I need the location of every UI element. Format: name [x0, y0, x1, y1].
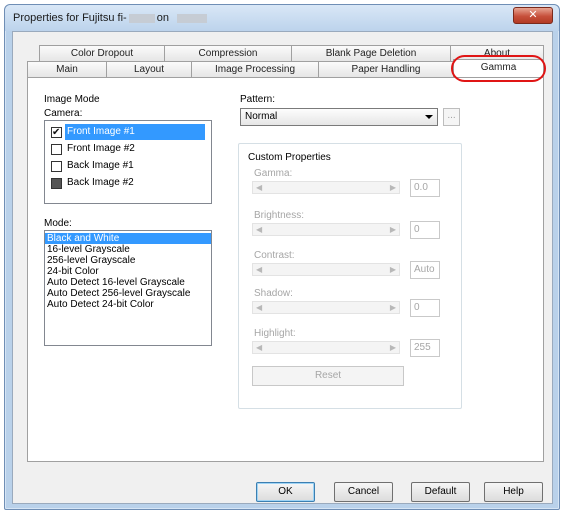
shadow-slider[interactable]: ◀ ▶: [252, 301, 400, 314]
default-button[interactable]: Default: [411, 482, 470, 502]
camera-item-label: Back Image #2: [67, 177, 134, 188]
camera-label: Camera:: [44, 108, 83, 119]
highlight-slider[interactable]: ◀ ▶: [252, 341, 400, 354]
arrow-left-icon[interactable]: ◀: [256, 225, 262, 234]
camera-item-back-2[interactable]: Back Image #2: [47, 175, 207, 191]
tab-compression[interactable]: Compression: [164, 45, 292, 62]
camera-item-label: Front Image #2: [67, 143, 135, 154]
ellipsis-icon: ...: [447, 110, 456, 121]
mode-list[interactable]: Black and White 16-level Grayscale 256-l…: [44, 230, 212, 346]
tab-paper-handling[interactable]: Paper Handling: [318, 61, 454, 78]
camera-item-label: Front Image #1: [65, 124, 205, 140]
pattern-select[interactable]: Normal: [240, 108, 438, 126]
checkbox-checked-icon[interactable]: [51, 125, 62, 141]
tab-color-dropout[interactable]: Color Dropout: [39, 45, 165, 62]
arrow-left-icon[interactable]: ◀: [256, 303, 262, 312]
camera-list[interactable]: Front Image #1 Front Image #2 Back Image…: [44, 120, 212, 204]
chevron-down-icon: [425, 115, 433, 119]
tab-layout[interactable]: Layout: [106, 61, 192, 78]
brightness-slider[interactable]: ◀ ▶: [252, 223, 400, 236]
pattern-options-button[interactable]: ...: [443, 108, 460, 126]
checkbox-indeterminate-icon[interactable]: [51, 178, 62, 189]
checkbox-icon[interactable]: [51, 161, 62, 172]
highlight-value-field[interactable]: 255: [410, 339, 440, 357]
mode-item-auto-16-grayscale[interactable]: Auto Detect 16-level Grayscale: [45, 277, 211, 288]
camera-item-label: Back Image #1: [67, 160, 134, 171]
image-mode-heading: Image Mode: [44, 94, 100, 105]
brightness-label: Brightness:: [254, 210, 305, 221]
shadow-label: Shadow:: [254, 288, 293, 299]
contrast-slider[interactable]: ◀ ▶: [252, 263, 400, 276]
camera-item-front-1[interactable]: Front Image #1: [47, 124, 207, 141]
pattern-value: Normal: [245, 111, 278, 122]
custom-properties-heading: Custom Properties: [248, 152, 331, 163]
dialog-body: Color Dropout Compression Blank Page Del…: [0, 0, 565, 514]
arrow-right-icon[interactable]: ▶: [390, 183, 396, 192]
tab-blank-page-deletion[interactable]: Blank Page Deletion: [291, 45, 451, 62]
arrow-right-icon[interactable]: ▶: [390, 343, 396, 352]
tab-label: Compression: [198, 48, 258, 59]
gamma-value-field[interactable]: 0.0: [410, 179, 440, 197]
reset-button[interactable]: Reset: [252, 366, 404, 386]
mode-item-black-and-white[interactable]: Black and White: [45, 233, 211, 244]
arrow-left-icon[interactable]: ◀: [256, 183, 262, 192]
tab-label: Image Processing: [214, 64, 296, 75]
highlight-label: Highlight:: [254, 328, 296, 339]
tab-label: Main: [56, 64, 78, 75]
tab-label: Color Dropout: [70, 48, 134, 59]
mode-item-auto-24-bit-color[interactable]: Auto Detect 24-bit Color: [45, 299, 211, 310]
mode-item-256-level-grayscale[interactable]: 256-level Grayscale: [45, 255, 211, 266]
gamma-label: Gamma:: [254, 168, 293, 179]
ok-button[interactable]: OK: [256, 482, 315, 502]
contrast-label: Contrast:: [254, 250, 295, 261]
highlight-annotation: [451, 55, 546, 82]
arrow-right-icon[interactable]: ▶: [390, 303, 396, 312]
contrast-value-field[interactable]: Auto: [410, 261, 440, 279]
pattern-label: Pattern:: [240, 94, 276, 105]
mode-label: Mode:: [44, 218, 72, 229]
tab-label: Paper Handling: [351, 64, 421, 75]
gamma-slider[interactable]: ◀ ▶: [252, 181, 400, 194]
cancel-button[interactable]: Cancel: [334, 482, 393, 502]
tab-image-processing[interactable]: Image Processing: [191, 61, 319, 78]
tab-main[interactable]: Main: [27, 61, 107, 78]
checkbox-icon[interactable]: [51, 144, 62, 155]
arrow-right-icon[interactable]: ▶: [390, 225, 396, 234]
mode-item-16-level-grayscale[interactable]: 16-level Grayscale: [45, 244, 211, 255]
camera-item-back-1[interactable]: Back Image #1: [47, 158, 207, 174]
help-button[interactable]: Help: [484, 482, 543, 502]
mode-item-24-bit-color[interactable]: 24-bit Color: [45, 266, 211, 277]
shadow-value-field[interactable]: 0: [410, 299, 440, 317]
arrow-right-icon[interactable]: ▶: [390, 265, 396, 274]
tab-label: Blank Page Deletion: [325, 48, 417, 59]
brightness-value-field[interactable]: 0: [410, 221, 440, 239]
tab-label: Layout: [133, 64, 165, 75]
camera-item-front-2[interactable]: Front Image #2: [47, 141, 207, 157]
arrow-left-icon[interactable]: ◀: [256, 343, 262, 352]
mode-item-auto-256-grayscale[interactable]: Auto Detect 256-level Grayscale: [45, 288, 211, 299]
arrow-left-icon[interactable]: ◀: [256, 265, 262, 274]
